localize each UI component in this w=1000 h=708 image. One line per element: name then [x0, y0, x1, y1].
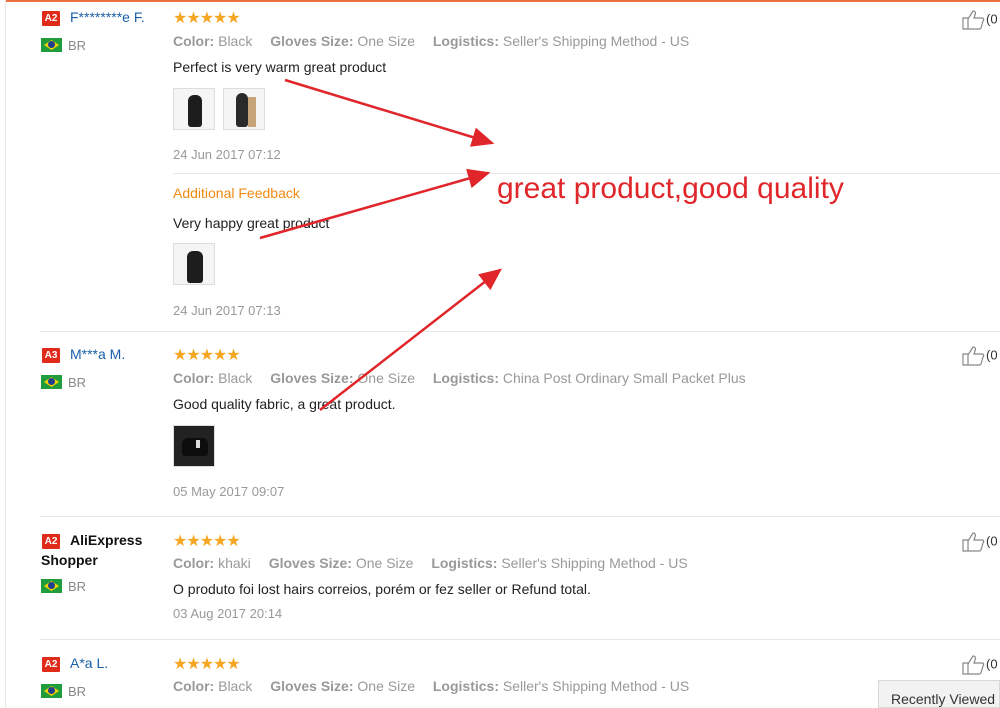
recently-viewed-tab[interactable]: Recently Viewed [878, 680, 1000, 708]
annotation-arrows [259, 78, 502, 411]
annotation-text: great product,good quality [497, 172, 844, 205]
annotation-arrow [284, 78, 495, 147]
annotation-arrow [319, 268, 502, 411]
annotation-arrow [259, 168, 491, 240]
